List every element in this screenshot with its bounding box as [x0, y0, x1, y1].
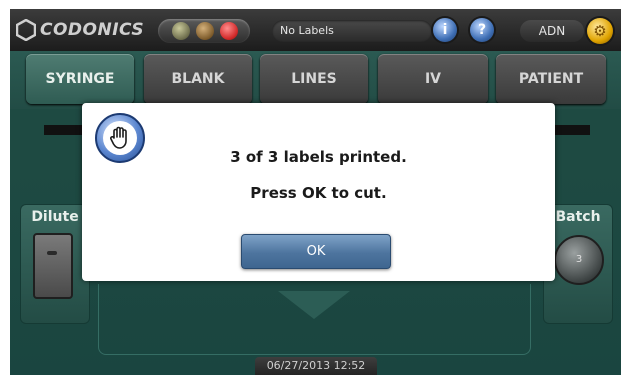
print-complete-dialog: 3 of 3 labels printed. Press OK to cut. …: [82, 103, 555, 281]
dialog-message-primary: 3 of 3 labels printed.: [230, 148, 407, 166]
batch-count: 3: [575, 254, 583, 265]
tab-syringe[interactable]: SYRINGE: [26, 54, 134, 104]
status-lights: [158, 19, 250, 43]
divider: [550, 125, 590, 135]
tab-lines[interactable]: LINES: [260, 54, 368, 104]
hand-glyph-icon: [110, 126, 127, 149]
dilute-panel: Dilute: [20, 204, 90, 324]
tab-patient[interactable]: PATIENT: [496, 54, 606, 104]
status-light-icon: [196, 22, 214, 40]
codonics-logo-icon: [16, 19, 36, 41]
ok-button[interactable]: OK: [241, 234, 391, 269]
chevron-down-icon: [278, 291, 350, 319]
dilute-label: Dilute: [31, 209, 79, 225]
divider: [44, 125, 84, 135]
datetime-display: 06/27/2013 12:52: [255, 357, 377, 375]
label-status-field: No Labels: [272, 20, 432, 42]
dilute-toggle[interactable]: [33, 233, 73, 299]
brand-logo: CODONICS: [16, 17, 144, 43]
batch-button[interactable]: 3: [554, 235, 604, 285]
top-bar: CODONICS No Labels i ? ADN ⚙: [10, 9, 621, 51]
user-field[interactable]: ADN: [520, 20, 584, 42]
tab-blank[interactable]: BLANK: [144, 54, 252, 104]
dialog-message-secondary: Press OK to cut.: [250, 184, 387, 202]
gear-icon[interactable]: ⚙: [587, 18, 613, 44]
status-light-red-icon: [220, 22, 238, 40]
info-button[interactable]: i: [433, 18, 457, 42]
help-button[interactable]: ?: [470, 18, 494, 42]
brand-name: CODONICS: [40, 20, 145, 40]
tab-iv[interactable]: IV: [378, 54, 488, 104]
label-type-tabs: SYRINGE BLANK LINES IV PATIENT: [10, 51, 621, 109]
status-light-icon: [172, 22, 190, 40]
